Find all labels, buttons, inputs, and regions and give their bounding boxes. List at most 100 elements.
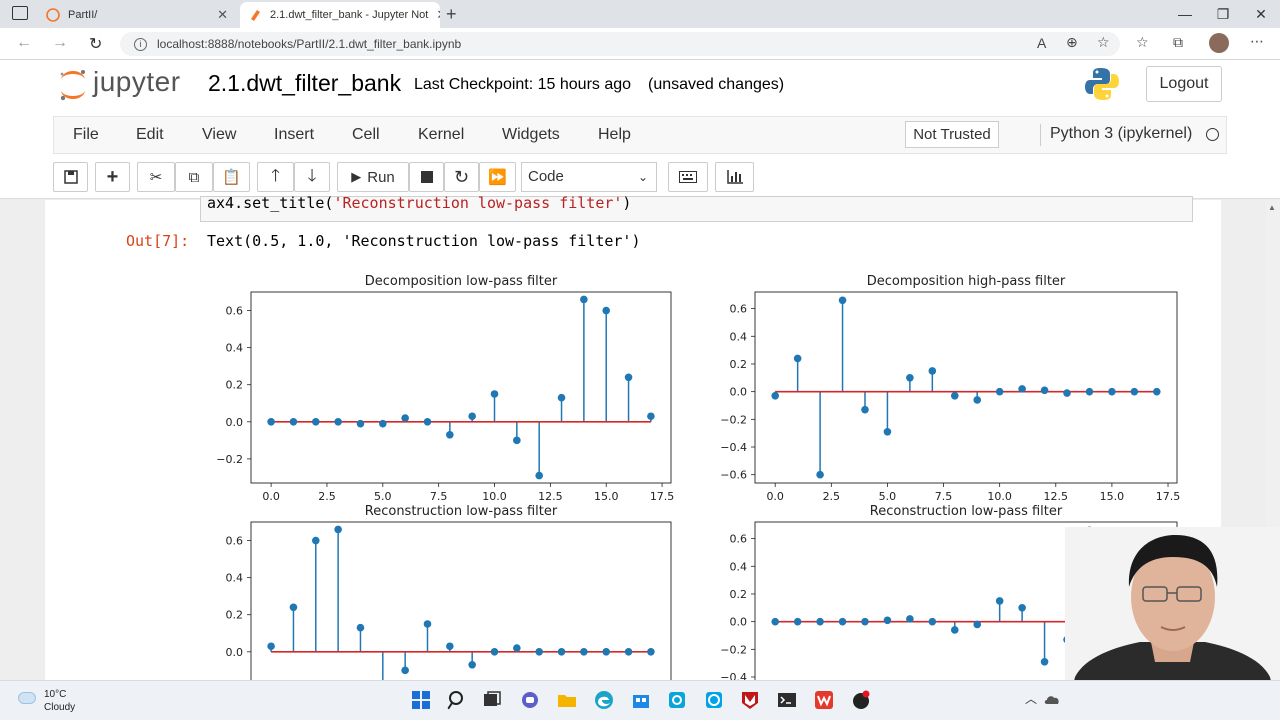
collections-icon[interactable]: ⧉ [1173,34,1183,51]
scroll-up-icon[interactable]: ▲ [1268,203,1276,212]
store-icon[interactable] [631,690,651,710]
cell-type-select[interactable]: Code ⌄ [521,162,657,192]
menu-edit[interactable]: Edit [136,126,164,144]
stem-marker [883,427,892,436]
stem-marker [906,615,914,623]
forward-icon[interactable]: → [52,34,68,52]
x-tick-label: 12.5 [1044,490,1069,503]
arrow-down-icon: 🡓 [307,165,317,185]
move-up-button[interactable]: 🡑 [257,162,294,192]
site-info-icon[interactable]: i [134,37,147,51]
file-explorer-icon[interactable] [557,690,577,710]
read-aloud-icon[interactable]: A [1037,35,1046,51]
interrupt-button[interactable] [409,162,444,192]
cut-button[interactable]: ✂ [137,162,175,192]
close-tab-icon[interactable]: ✕ [209,7,228,23]
command-palette-button[interactable] [668,162,708,192]
notebook-name[interactable]: 2.1.dwt_filter_bank [208,70,401,97]
restart-icon: ↻ [453,166,470,187]
browser-tab-notebook[interactable]: 2.1.dwt_filter_bank - Jupyter Not ✕ [240,2,440,28]
vpn-icon[interactable] [667,690,687,710]
restart-run-all-button[interactable]: ⏩ [479,162,516,192]
tab-actions-icon[interactable] [12,6,28,20]
x-tick-label: 2.5 [318,490,336,503]
chat-icon[interactable] [520,690,540,710]
stem-marker [267,642,275,651]
onedrive-icon[interactable] [1044,693,1060,705]
y-tick-label: 0.4 [226,342,244,355]
jupyter-logo-icon[interactable] [58,68,88,102]
stem-marker [535,471,543,480]
show-hidden-icons-icon[interactable]: ︿ [1025,690,1037,707]
play-icon: ▶ [351,169,362,184]
stem-marker [793,354,802,363]
new-tab-icon[interactable]: + [446,4,457,25]
remote-icon[interactable] [704,690,724,710]
more-icon[interactable]: ⋯ [1250,33,1264,50]
url-text: localhost:8888/notebooks/PartII/2.1.dwt_… [157,37,462,51]
run-button[interactable]: ▶ Run [337,162,409,192]
github-icon[interactable] [851,690,871,710]
save-button[interactable] [53,162,88,192]
y-tick-label: −0.2 [720,643,747,656]
menu-file[interactable]: File [73,126,99,144]
stem-marker [446,642,454,651]
stem-marker [973,620,982,629]
favorite-add-icon[interactable]: ☆ [1097,34,1110,51]
move-down-button[interactable]: 🡓 [294,162,330,192]
stem-marker [401,666,409,675]
mcafee-icon[interactable] [740,690,760,710]
stem-marker [1085,387,1094,396]
stem-marker [816,470,824,479]
weather-widget[interactable]: 10°C Cloudy [18,688,75,714]
y-tick-label: 0.0 [730,386,748,399]
reload-icon[interactable]: ↻ [89,34,102,54]
url-field[interactable]: i localhost:8888/notebooks/PartII/2.1.dw… [120,32,1120,56]
menu-widgets[interactable]: Widgets [502,126,560,144]
insert-cell-button[interactable]: + [95,162,130,192]
subplot-marks [771,296,1161,479]
edge-icon[interactable] [594,690,614,710]
subplot-frame [250,521,672,680]
terminal-icon[interactable] [777,690,797,710]
stem-plot-figure: Decomposition low-pass filter −0.2 0.0 0.2 0… [216,274,1180,680]
task-view-icon[interactable] [482,690,502,710]
start-icon[interactable] [411,690,431,710]
close-window-icon[interactable]: ✕ [1242,0,1280,28]
x-tick-label: 2.5 [823,490,841,503]
menu-insert[interactable]: Insert [274,126,314,144]
wps-icon[interactable] [814,690,834,710]
x-tick-label: 17.5 [650,490,675,503]
close-tab-icon[interactable]: ✕ [428,7,440,23]
menu-help[interactable]: Help [598,126,631,144]
stem-marker [771,392,780,400]
search-icon[interactable] [447,690,467,710]
stem-marker [334,418,342,426]
stem-marker [557,393,566,402]
back-icon[interactable]: ← [16,34,32,52]
logout-button[interactable]: Logout [1146,66,1222,102]
chevron-down-icon: ⌄ [637,170,648,184]
stem-marker [950,626,959,634]
chart-extension-button[interactable] [715,162,754,192]
favorites-icon[interactable]: ☆ [1136,34,1149,51]
x-tick-label: 12.5 [538,490,563,503]
menu-cell[interactable]: Cell [352,126,380,144]
copy-button[interactable]: ⧉ [175,162,213,192]
menu-view[interactable]: View [202,126,236,144]
subplot-1: Decomposition low-pass filter −0.2 0.0 0.2 0… [216,274,674,503]
minimize-icon[interactable]: — [1166,0,1204,28]
paste-button[interactable]: 📋 [213,162,250,192]
stop-icon [420,171,433,183]
trust-button[interactable]: Not Trusted [905,121,999,148]
browser-tab-partii[interactable]: PartII/ ✕ [38,2,236,28]
maximize-icon[interactable]: ❐ [1204,0,1242,28]
zoom-icon[interactable]: ⊕ [1066,34,1078,51]
restart-button[interactable]: ↻ [444,162,479,192]
profile-avatar[interactable] [1209,33,1229,53]
kernel-divider [1040,124,1041,146]
kernel-name[interactable]: Python 3 (ipykernel) [1050,125,1192,143]
stem-marker [311,536,320,545]
stem-marker [379,419,387,428]
menu-kernel[interactable]: Kernel [418,126,464,144]
